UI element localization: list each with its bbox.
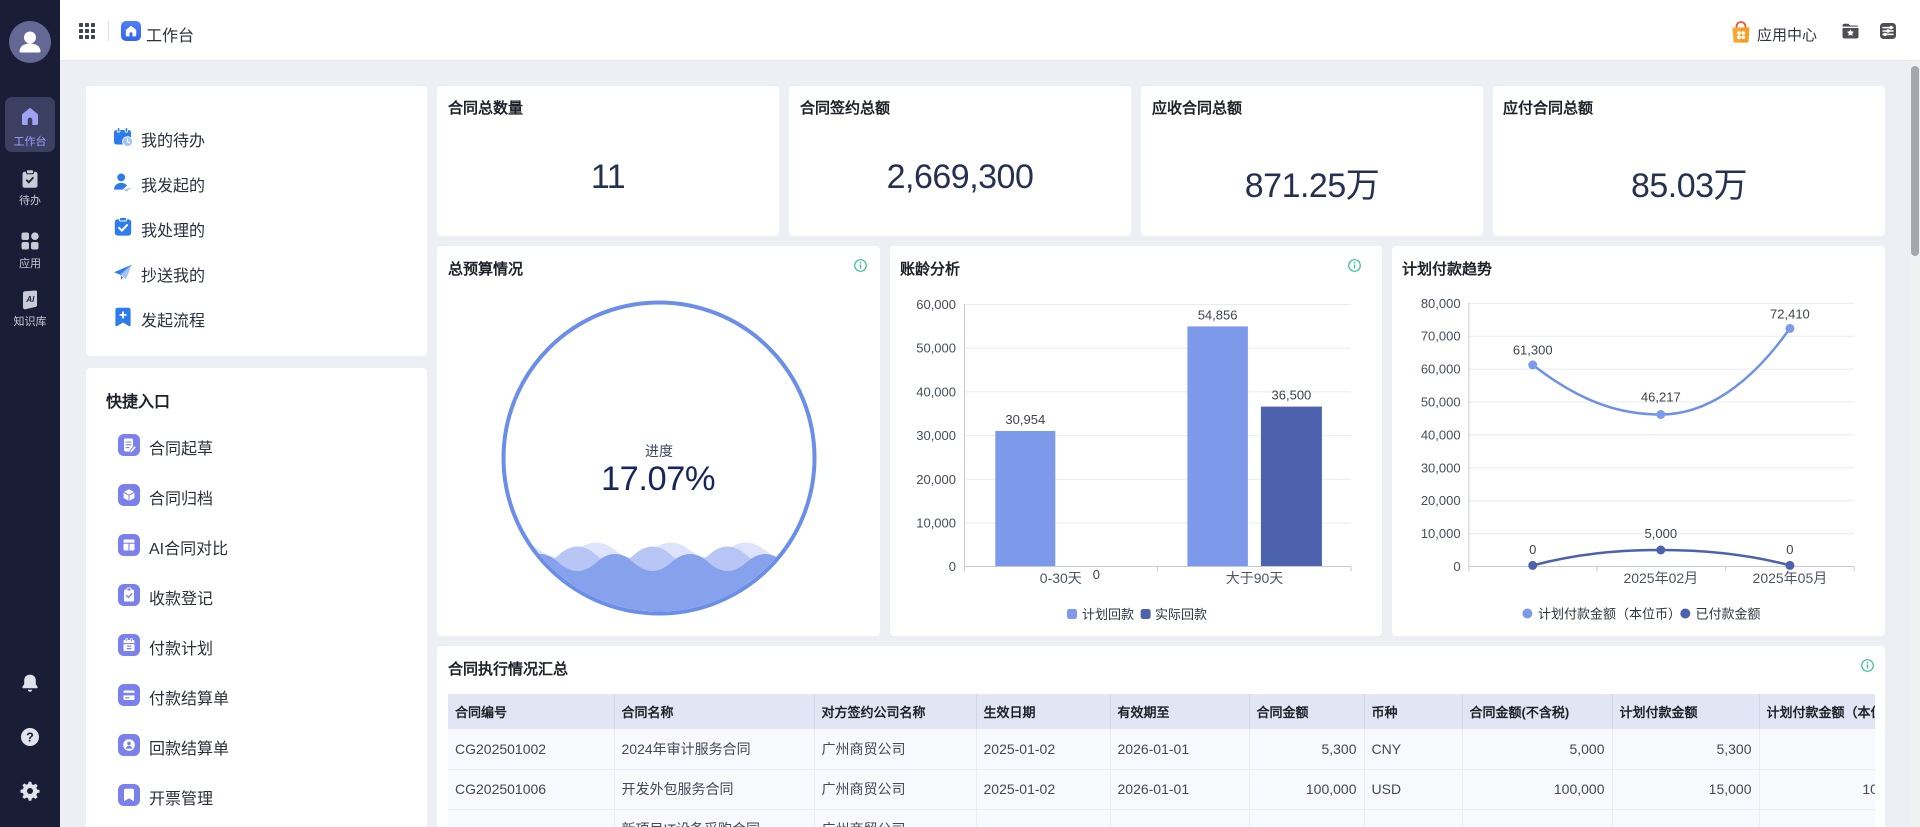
svg-text:70,000: 70,000 (1421, 329, 1461, 344)
svg-text:72,410: 72,410 (1770, 307, 1810, 322)
svg-text:10,000: 10,000 (1421, 526, 1461, 541)
svg-text:0: 0 (1093, 567, 1100, 582)
svg-text:计划回款: 计划回款 (1082, 607, 1134, 622)
svg-text:10,000: 10,000 (916, 516, 956, 531)
svg-text:20,000: 20,000 (916, 472, 956, 487)
svg-text:61,300: 61,300 (1513, 343, 1553, 358)
svg-text:AI: AI (25, 295, 35, 304)
svg-text:50,000: 50,000 (916, 341, 956, 356)
svg-text:50,000: 50,000 (1421, 395, 1461, 410)
svg-text:大于90天: 大于90天 (1226, 570, 1284, 586)
svg-text:20,000: 20,000 (1421, 493, 1461, 508)
svg-text:0: 0 (949, 559, 956, 574)
svg-text:实际回款: 实际回款 (1155, 607, 1207, 622)
svg-text:5,000: 5,000 (1645, 526, 1678, 541)
svg-text:80,000: 80,000 (1421, 296, 1461, 311)
svg-text:60,000: 60,000 (1421, 362, 1461, 377)
svg-text:0: 0 (1453, 559, 1460, 574)
svg-text:40,000: 40,000 (916, 384, 956, 399)
svg-text:54,856: 54,856 (1198, 307, 1238, 322)
svg-text:2025年05月: 2025年05月 (1753, 570, 1828, 586)
svg-text:17.07%: 17.07% (601, 460, 715, 498)
svg-text:30,000: 30,000 (1421, 460, 1461, 475)
svg-text:46,217: 46,217 (1641, 390, 1681, 405)
svg-text:36,500: 36,500 (1272, 388, 1312, 403)
svg-text:40,000: 40,000 (1421, 427, 1461, 442)
svg-text:30,954: 30,954 (1005, 412, 1045, 427)
svg-text:?: ? (26, 730, 34, 744)
svg-text:0: 0 (1786, 542, 1793, 557)
svg-text:0-30天: 0-30天 (1040, 570, 1082, 586)
svg-text:2025年02月: 2025年02月 (1623, 570, 1698, 586)
svg-text:30,000: 30,000 (916, 428, 956, 443)
svg-text:0: 0 (1529, 542, 1536, 557)
svg-text:60,000: 60,000 (916, 297, 956, 312)
svg-text:已付款金额: 已付款金额 (1696, 607, 1761, 622)
svg-text:计划付款金额（本位币）: 计划付款金额（本位币） (1538, 607, 1681, 622)
svg-text:进度: 进度 (645, 443, 673, 459)
